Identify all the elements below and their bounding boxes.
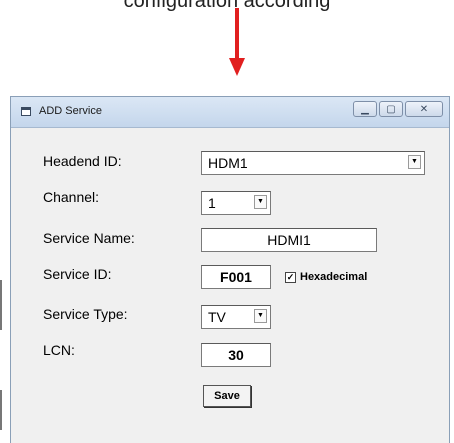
channel-label: Channel: — [43, 189, 100, 205]
window-icon — [21, 107, 31, 116]
window-title: ADD Service — [39, 105, 102, 117]
arrow-shaft — [235, 8, 239, 60]
close-button[interactable]: ✕ — [405, 101, 443, 117]
channel-value: 1 — [208, 195, 216, 211]
lcn-input[interactable]: 30 — [201, 343, 271, 367]
hexadecimal-label: Hexadecimal — [300, 271, 368, 283]
hexadecimal-checkbox-group: ✓ Hexadecimal — [285, 271, 367, 283]
headend-id-label: Headend ID: — [43, 153, 122, 169]
maximize-button[interactable]: ▢ — [379, 101, 403, 117]
add-service-window: ADD Service ▁ ▢ ✕ Headend ID: HDM1 ▼ Cha… — [10, 96, 450, 443]
service-name-input[interactable]: HDMI1 — [201, 228, 377, 252]
save-button[interactable]: Save — [203, 385, 251, 407]
channel-select[interactable]: 1 ▼ — [201, 191, 271, 215]
service-type-label: Service Type: — [43, 306, 128, 322]
headend-id-value: HDM1 — [208, 155, 248, 171]
minimize-button[interactable]: ▁ — [353, 101, 377, 117]
hexadecimal-checkbox[interactable]: ✓ — [285, 271, 296, 283]
window-controls: ▁ ▢ ✕ — [353, 101, 443, 117]
service-type-value: TV — [208, 309, 226, 325]
service-id-input[interactable]: F001 — [201, 265, 271, 289]
service-name-label: Service Name: — [43, 230, 135, 246]
lcn-label: LCN: — [43, 342, 75, 358]
left-edge-mark — [0, 280, 2, 330]
chevron-down-icon[interactable]: ▼ — [254, 309, 267, 323]
titlebar[interactable]: ADD Service ▁ ▢ ✕ — [11, 97, 449, 128]
arrow-down-icon — [229, 58, 245, 76]
maximize-icon: ▢ — [386, 103, 396, 115]
minimize-icon: ▁ — [361, 103, 369, 115]
headend-id-select[interactable]: HDM1 ▼ — [201, 151, 425, 175]
chevron-down-icon[interactable]: ▼ — [254, 195, 267, 209]
close-icon: ✕ — [419, 103, 429, 115]
chevron-down-icon[interactable]: ▼ — [408, 155, 421, 169]
caption-text: configuration according — [123, 0, 331, 12]
left-edge-mark — [0, 390, 2, 430]
service-id-label: Service ID: — [43, 266, 112, 282]
service-type-select[interactable]: TV ▼ — [201, 305, 271, 329]
